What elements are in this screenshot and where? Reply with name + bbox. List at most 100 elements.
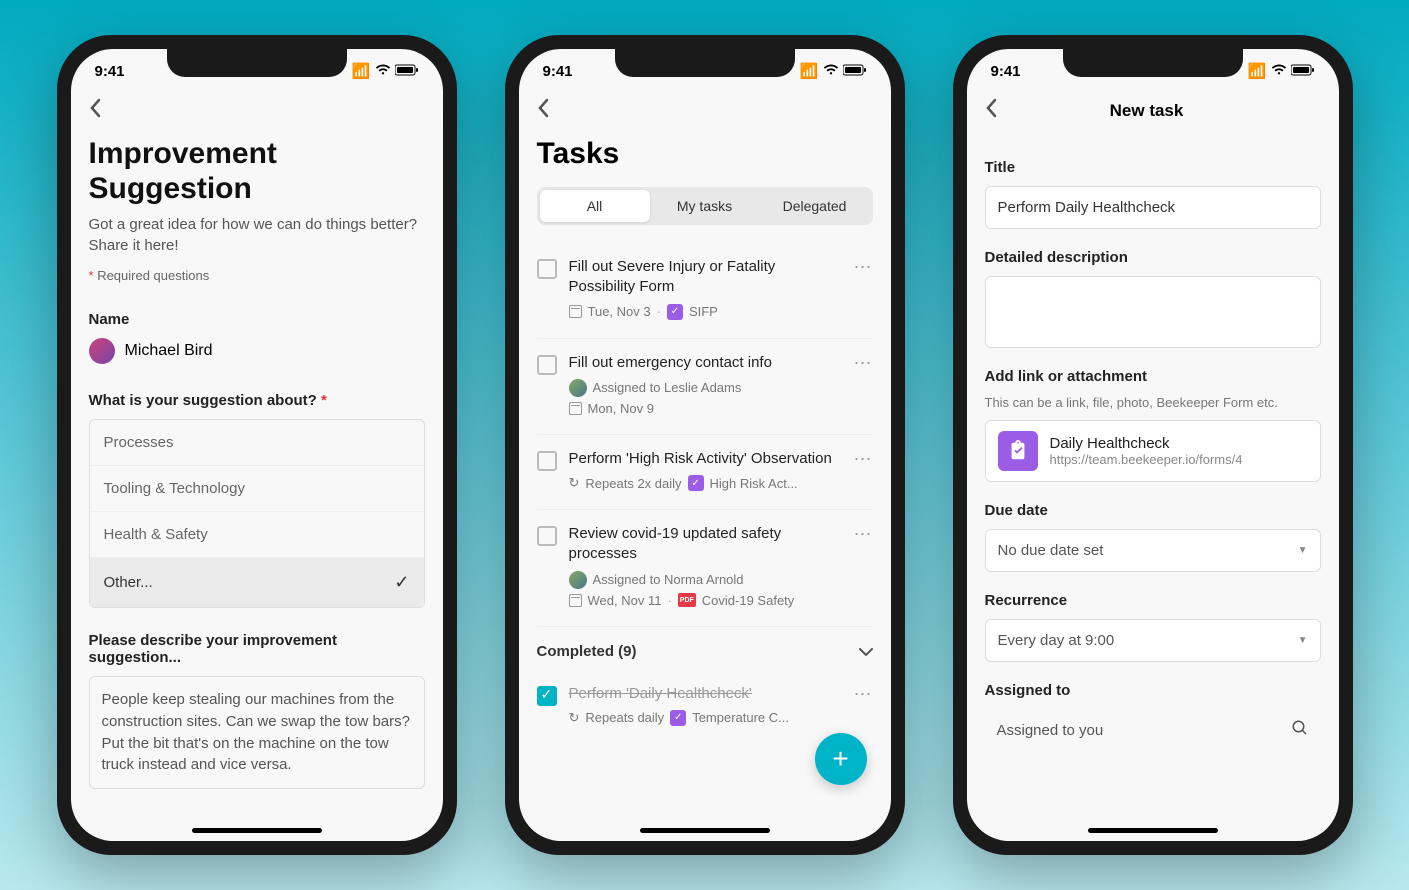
task-title: Fill out emergency contact info	[569, 353, 841, 373]
notch	[615, 49, 795, 77]
checkmark-icon: ✓	[394, 572, 409, 593]
task-body: Perform 'Daily Healthcheck' ↻ Repeats da…	[569, 684, 841, 730]
tab-all[interactable]: All	[540, 190, 650, 222]
task-title: Review covid-19 updated safety processes	[569, 524, 841, 565]
home-indicator[interactable]	[640, 828, 770, 833]
form-badge-icon: ✓	[670, 710, 686, 726]
tab-my-tasks[interactable]: My tasks	[650, 190, 760, 222]
task-menu-icon[interactable]: ⋯	[853, 524, 873, 545]
chevron-down-icon	[859, 643, 873, 660]
question-label-text: What is your suggestion about?	[89, 392, 317, 409]
assignee-text: Assigned to Norma Arnold	[593, 572, 744, 587]
task-date: Tue, Nov 3	[588, 304, 651, 319]
add-task-fab[interactable]: +	[815, 733, 867, 785]
task-item[interactable]: Review covid-19 updated safety processes…	[537, 510, 873, 627]
calendar-icon	[569, 594, 582, 607]
describe-textarea[interactable]: People keep stealing our machines from t…	[89, 676, 425, 789]
task-repeat: Repeats 2x daily	[585, 476, 681, 491]
chevron-down-icon: ▼	[1298, 545, 1308, 556]
option-label: Tooling & Technology	[104, 480, 246, 497]
nav-title: New task	[973, 101, 1321, 121]
chevron-down-icon: ▼	[1298, 635, 1308, 646]
tasks-title: Tasks	[537, 137, 873, 171]
name-label: Name	[89, 311, 425, 328]
task-tag: SIFP	[689, 304, 718, 319]
completed-section-header[interactable]: Completed (9)	[537, 627, 873, 670]
status-time: 9:41	[543, 63, 573, 80]
notch	[1063, 49, 1243, 77]
task-checkbox[interactable]	[537, 526, 557, 546]
content-area: Tasks All My tasks Delegated Fill out Se…	[519, 93, 891, 841]
task-meta: ↻ Repeats daily ✓ Temperature C...	[569, 710, 841, 726]
attachment-card[interactable]: Daily Healthcheck https://team.beekeeper…	[985, 420, 1321, 482]
tab-delegated[interactable]: Delegated	[760, 190, 870, 222]
task-checkbox[interactable]	[537, 355, 557, 375]
title-input[interactable]: Perform Daily Healthcheck	[985, 186, 1321, 229]
task-item-completed[interactable]: Perform 'Daily Healthcheck' ↻ Repeats da…	[537, 670, 873, 744]
option-other[interactable]: Other... ✓	[90, 558, 424, 607]
wifi-icon	[1271, 63, 1287, 80]
wifi-icon	[823, 63, 839, 80]
option-health-safety[interactable]: Health & Safety	[90, 512, 424, 558]
calendar-icon	[569, 402, 582, 415]
task-title: Fill out Severe Injury or Fatality Possi…	[569, 257, 841, 298]
completed-label: Completed (9)	[537, 643, 637, 660]
due-date-select[interactable]: No due date set ▼	[985, 529, 1321, 572]
assignee-avatar	[569, 571, 587, 589]
attachment-title: Daily Healthcheck	[1050, 435, 1308, 452]
assigned-row[interactable]: Assigned to you	[985, 709, 1321, 752]
recurrence-select[interactable]: Every day at 9:00 ▼	[985, 619, 1321, 662]
task-meta: Mon, Nov 9	[569, 401, 841, 416]
screen-2: 9:41 📶 Tasks All My tasks Delegated	[519, 49, 891, 841]
status-indicators: 📶	[800, 62, 867, 80]
recurrence-value: Every day at 9:00	[998, 632, 1115, 649]
signal-icon: 📶	[352, 62, 371, 80]
task-tag: Temperature C...	[692, 710, 789, 725]
user-avatar	[89, 338, 115, 364]
page-subtitle: Got a great idea for how we can do thing…	[89, 214, 425, 256]
task-item[interactable]: Fill out Severe Injury or Fatality Possi…	[537, 243, 873, 339]
assigned-value: Assigned to you	[997, 722, 1104, 739]
task-body: Perform 'High Risk Activity' Observation…	[569, 449, 841, 495]
task-checkbox-checked[interactable]	[537, 686, 557, 706]
form-badge-icon: ✓	[688, 475, 704, 491]
status-time: 9:41	[991, 63, 1021, 80]
pdf-badge-icon: PDF	[678, 593, 696, 607]
signal-icon: 📶	[800, 62, 819, 80]
clipboard-icon	[998, 431, 1038, 471]
task-menu-icon[interactable]: ⋯	[853, 353, 873, 374]
task-tag: High Risk Act...	[710, 476, 798, 491]
task-menu-icon[interactable]: ⋯	[853, 684, 873, 705]
search-icon[interactable]	[1291, 719, 1309, 742]
required-label-text: Required questions	[97, 268, 209, 283]
task-checkbox[interactable]	[537, 451, 557, 471]
content-area: Improvement Suggestion Got a great idea …	[71, 93, 443, 841]
task-meta: Tue, Nov 3 · ✓ SIFP	[569, 304, 841, 320]
option-label: Health & Safety	[104, 526, 208, 543]
description-textarea[interactable]	[985, 276, 1321, 348]
back-button[interactable]	[89, 93, 425, 137]
name-row: Michael Bird	[89, 338, 425, 364]
battery-icon	[1291, 63, 1315, 80]
task-checkbox[interactable]	[537, 259, 557, 279]
task-menu-icon[interactable]: ⋯	[853, 257, 873, 278]
task-item[interactable]: Perform 'High Risk Activity' Observation…	[537, 435, 873, 510]
repeat-icon: ↻	[569, 475, 580, 491]
option-list: Processes Tooling & Technology Health & …	[89, 419, 425, 608]
describe-label: Please describe your improvement suggest…	[89, 632, 425, 666]
task-item[interactable]: Fill out emergency contact info Assigned…	[537, 339, 873, 435]
status-time: 9:41	[95, 63, 125, 80]
task-meta: Wed, Nov 11 · PDF Covid-19 Safety	[569, 593, 841, 608]
task-body: Fill out Severe Injury or Fatality Possi…	[569, 257, 841, 324]
nav-header: New task	[985, 93, 1321, 139]
home-indicator[interactable]	[1088, 828, 1218, 833]
option-tooling[interactable]: Tooling & Technology	[90, 466, 424, 512]
task-menu-icon[interactable]: ⋯	[853, 449, 873, 470]
option-processes[interactable]: Processes	[90, 420, 424, 466]
status-indicators: 📶	[1248, 62, 1315, 80]
home-indicator[interactable]	[192, 828, 322, 833]
due-date-value: No due date set	[998, 542, 1104, 559]
back-button[interactable]	[537, 93, 873, 137]
repeat-icon: ↻	[569, 710, 580, 726]
phone-frame-3: 9:41 📶 New task Title Perform Daily Heal…	[953, 35, 1353, 855]
